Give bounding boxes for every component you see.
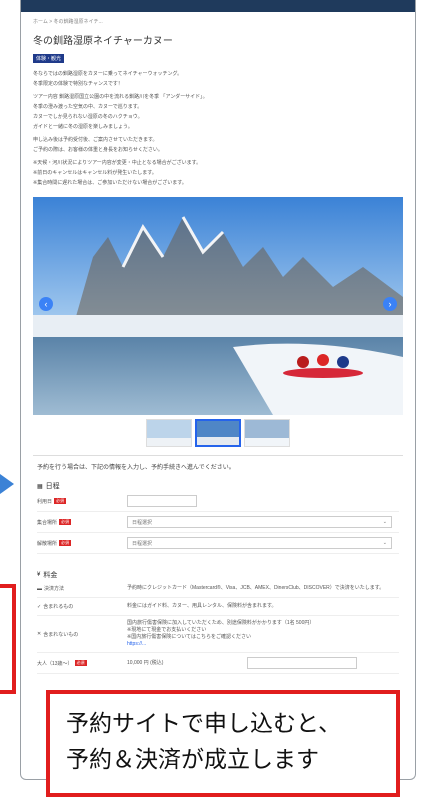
chevron-down-icon: ⌄ (382, 540, 387, 546)
dissolve-label-text: 解散場所 (37, 540, 58, 547)
date-label-text: 利用日 (37, 498, 53, 505)
dissolve-select-value: 日程選択 (132, 541, 153, 547)
date-row: 利用日 必須 (37, 491, 399, 512)
check-icon: ✓ (37, 603, 42, 610)
excluded-label: ✕ 含まれないもの (37, 631, 127, 638)
callout-box: 予約サイトで申し込むと、 予約＆決済が成立します (46, 690, 400, 797)
description-line: ※天候・河川状況によりツアー内容が変更・中止となる場合がございます。 (33, 160, 202, 166)
arrow-right-icon (0, 474, 14, 494)
description: 冬ならではの釧路湿原をカヌーに乗ってネイチャーウォッチング。 冬季限定の体験で特… (33, 71, 403, 187)
adult-row: 大人（13歳〜） 必須 10,000 円 (税込) (37, 653, 399, 674)
excluded-note-2: ※国内旅行傷害保険についてはこちらをご確認ください (127, 634, 251, 640)
browser-frame: ホーム > 冬の釧路湿原ネイチ... 冬の釧路湿原ネイチャーカヌー 体験・観光 … (20, 0, 416, 780)
dissolve-select[interactable]: 日程選択 ⌄ (127, 537, 392, 549)
description-line: 冬ならではの釧路湿原をカヌーに乗ってネイチャーウォッチング。 (33, 71, 183, 77)
site-header (21, 0, 415, 12)
fee-heading: ¥ 料金 (37, 570, 399, 580)
callout-line-1: 予約サイトで申し込むと、 (66, 711, 342, 737)
fee-title: 料金 (43, 572, 58, 579)
thumbnail-strip (33, 419, 403, 447)
schedule-title: 日程 (45, 483, 60, 490)
payment-value: 予約時にクレジットカード（Mastercard®、Visa、JCB、AMEX、D… (127, 585, 385, 591)
adult-label-text: 大人（13歳〜） (37, 660, 73, 667)
yen-icon: ¥ (37, 572, 41, 578)
payment-label-text: 決済方法 (44, 586, 65, 592)
required-badge: 必須 (59, 519, 72, 525)
category-badge: 体験・観光 (33, 54, 65, 63)
required-badge: 必須 (59, 540, 72, 546)
meeting-label-text: 集合場所 (37, 519, 58, 526)
main-content: ホーム > 冬の釧路湿原ネイチ... 冬の釧路湿原ネイチャーカヌー 体験・観光 … (21, 12, 415, 674)
payment-label: ▬ 決済方法 (37, 585, 127, 593)
included-value: 料金にはガイド料、カヌー、用具レンタル、保険料が含まれます。 (127, 603, 277, 609)
description-line: カヌーでしか見られない湿原の冬のハクチョウ。 (33, 114, 143, 120)
snow-river-photo (33, 197, 403, 415)
description-line: 冬季限定の体験で特別なチャンスです！ (33, 81, 123, 87)
included-row: ✓ 含まれるもの 料金にはガイド料、カヌー、用具レンタル、保険料が含まれます。 (37, 598, 399, 616)
dissolve-row: 解散場所 必須 日程選択 ⌄ (37, 533, 399, 554)
date-label: 利用日 必須 (37, 498, 127, 505)
included-label: ✓ 含まれるもの (37, 603, 127, 611)
schedule-heading: ▦ 日程 (37, 481, 399, 491)
adult-label: 大人（13歳〜） 必須 (37, 660, 127, 667)
photo-gallery[interactable]: ‹ › (33, 197, 403, 415)
callout-line-2: 予約＆決済が成立します (66, 747, 319, 773)
calendar-icon: ▦ (37, 483, 43, 490)
description-line: ※集合時間に遅れた場合は、ご参加いただけない場合がございます。 (33, 180, 187, 186)
side-highlight-box (0, 584, 16, 694)
description-line: ※前日のキャンセルはキャンセル料が発生いたします。 (33, 170, 157, 176)
payment-row: ▬ 決済方法 予約時にクレジットカード（Mastercard®、Visa、JCB… (37, 580, 399, 598)
chevron-down-icon: ⌄ (382, 519, 387, 525)
description-line: 冬季の澄み渡った空気の中、カヌーで巡ります。 (33, 104, 143, 110)
thumbnail[interactable] (244, 419, 290, 447)
meeting-select-value: 日程選択 (132, 520, 153, 526)
included-label-text: 含まれるもの (43, 604, 74, 610)
required-badge: 必須 (74, 660, 87, 666)
thumbnail-active[interactable] (195, 419, 241, 447)
card-icon: ▬ (37, 585, 42, 592)
prev-arrow-icon[interactable]: ‹ (39, 297, 53, 311)
dissolve-label: 解散場所 必須 (37, 540, 127, 547)
page-title: 冬の釧路湿原ネイチャーカヌー (33, 36, 173, 47)
description-line: 申し込み後は予約受付後、ご案内させていただきます。 (33, 137, 158, 143)
adult-quantity-input[interactable] (247, 657, 357, 669)
description-line: ツアー内容 釧路湿原国立公園の中を流れる釧路川を冬季 「アンダーサイド」。 (33, 94, 208, 100)
cross-icon: ✕ (37, 631, 42, 637)
meeting-label: 集合場所 必須 (37, 519, 127, 526)
meeting-select[interactable]: 日程選択 ⌄ (127, 516, 392, 528)
description-line: ご予約の際は、お客様の体重と身長をお知らせください。 (33, 147, 163, 153)
excluded-link[interactable]: https://... (127, 641, 399, 648)
excluded-value: 国内旅行傷害保険に加入していただくため、別途保険料がかかります（1名 500円）… (127, 620, 399, 648)
breadcrumb[interactable]: ホーム > 冬の釧路湿原ネイチ... (33, 18, 403, 26)
booking-form: 予約を行う場合は、下記の情報を入力し、予約手続きへ進んでください。 ▦ 日程 利… (33, 455, 403, 674)
next-arrow-icon[interactable]: › (383, 297, 397, 311)
date-input[interactable] (127, 495, 197, 507)
excluded-note: ※現地にて現金でお支払いください (127, 627, 207, 633)
thumbnail[interactable] (146, 419, 192, 447)
form-intro: 予約を行う場合は、下記の情報を入力し、予約手続きへ進んでください。 (37, 465, 235, 471)
excluded-text: 国内旅行傷害保険に加入していただくため、別途保険料がかかります（1名 500円） (127, 620, 315, 626)
excluded-row: ✕ 含まれないもの 国内旅行傷害保険に加入していただくため、別途保険料がかかりま… (37, 616, 399, 653)
meeting-row: 集合場所 必須 日程選択 ⌄ (37, 512, 399, 533)
excluded-label-text: 含まれないもの (43, 631, 79, 638)
adult-price: 10,000 円 (税込) (127, 659, 164, 666)
description-line: ガイドと一緒に冬の湿原を楽しみましょう。 (33, 124, 133, 130)
required-badge: 必須 (54, 498, 67, 504)
